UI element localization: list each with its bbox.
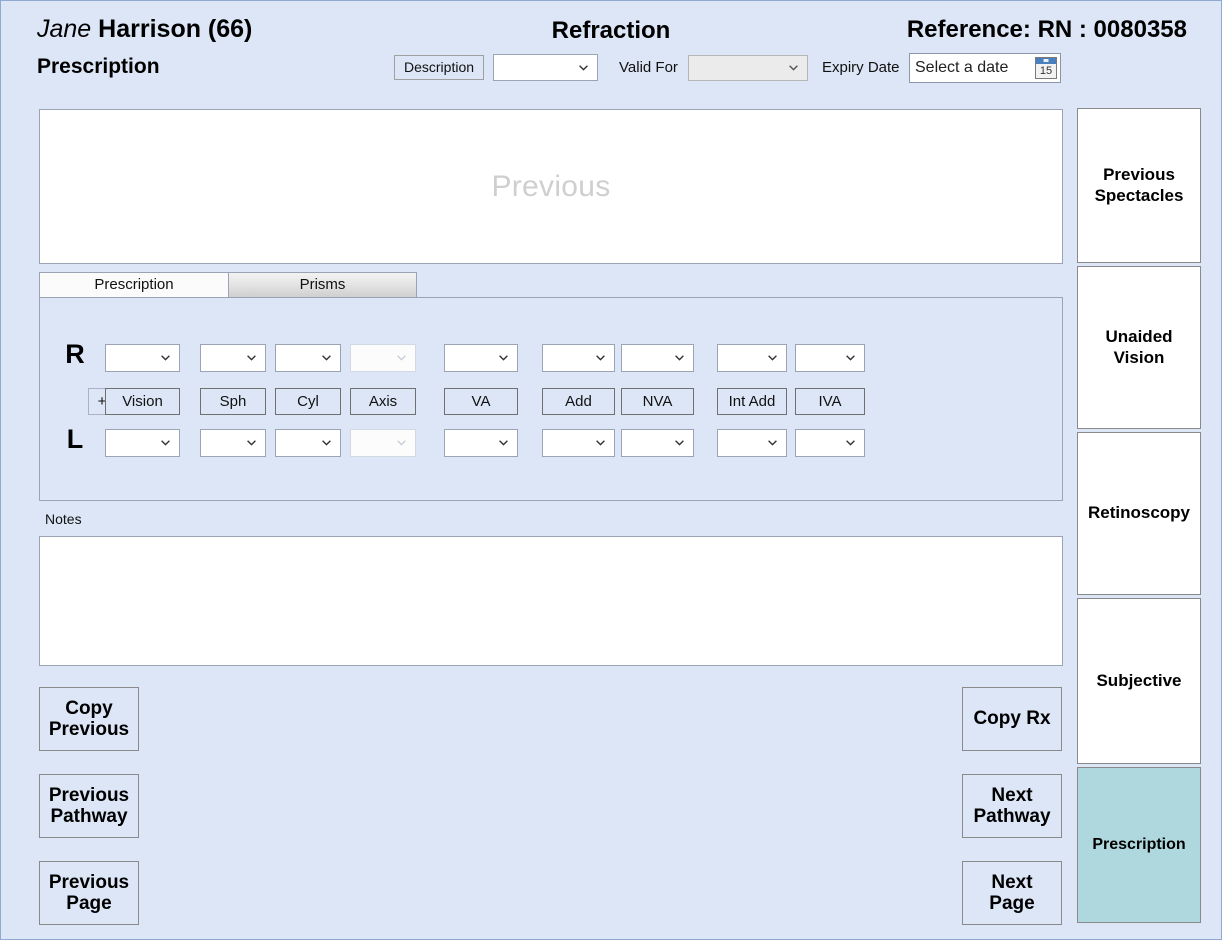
prescription-tabstrip: Prescription Prisms xyxy=(39,272,1063,297)
chevron-down-icon xyxy=(675,440,684,446)
sidebar-item-prescription[interactable]: Prescription xyxy=(1077,767,1201,923)
left-vision-select[interactable] xyxy=(105,429,180,457)
sidebar-item-unaided-vision[interactable]: Unaided Vision xyxy=(1077,266,1201,429)
left-add-select[interactable] xyxy=(542,429,615,457)
chevron-down-icon xyxy=(846,355,855,361)
column-header-int-add[interactable]: Int Add xyxy=(717,388,787,415)
left-eye-label: L xyxy=(66,424,84,454)
tab-prescription[interactable]: Prescription xyxy=(39,272,229,297)
column-header-sph[interactable]: Sph xyxy=(200,388,266,415)
column-header-row: +/− VisionSphCylAxisVAAddNVAInt AddIVA xyxy=(40,388,1062,416)
valid-for-label: Valid For xyxy=(619,59,678,76)
next-pathway-button[interactable]: Next Pathway xyxy=(962,774,1062,838)
copy-previous-button[interactable]: Copy Previous xyxy=(39,687,139,751)
reference-number: Reference: RN : 0080358 xyxy=(906,16,1187,43)
chevron-down-icon xyxy=(247,355,256,361)
left-int-add-select[interactable] xyxy=(717,429,787,457)
calendar-icon-day: 15 xyxy=(1039,65,1053,77)
description-select[interactable] xyxy=(493,54,598,81)
right-va-select[interactable] xyxy=(444,344,518,372)
section-title: Prescription xyxy=(37,55,160,78)
chevron-down-icon xyxy=(499,440,508,446)
page-header: Jane Harrison (66) Refraction Reference:… xyxy=(1,1,1221,53)
chevron-down-icon xyxy=(768,440,777,446)
notes-label: Notes xyxy=(45,511,82,527)
right-cyl-select[interactable] xyxy=(275,344,341,372)
sidebar-item-previous-spectacles[interactable]: Previous Spectacles xyxy=(1077,108,1201,263)
right-axis-select xyxy=(350,344,416,372)
prescription-grid: R +/− VisionSphCylAxisVAAddNVAInt AddIVA… xyxy=(40,298,1062,500)
chevron-down-icon xyxy=(322,355,331,361)
expiry-date-field[interactable]: Select a date 15 xyxy=(909,53,1061,83)
right-vision-select[interactable] xyxy=(105,344,180,372)
left-va-select[interactable] xyxy=(444,429,518,457)
chevron-down-icon xyxy=(161,355,170,361)
previous-watermark-text: Previous xyxy=(491,169,611,203)
chevron-down-icon xyxy=(768,355,777,361)
sidebar-item-retinoscopy[interactable]: Retinoscopy xyxy=(1077,432,1201,595)
chevron-down-icon xyxy=(846,440,855,446)
sidebar-item-subjective[interactable]: Subjective xyxy=(1077,598,1201,764)
chevron-down-icon xyxy=(161,440,170,446)
right-eye-row: R xyxy=(40,340,1062,372)
column-header-cyl[interactable]: Cyl xyxy=(275,388,341,415)
right-add-select[interactable] xyxy=(542,344,615,372)
left-sph-select[interactable] xyxy=(200,429,266,457)
left-nva-select[interactable] xyxy=(621,429,694,457)
expiry-date-value: Select a date xyxy=(915,59,1009,76)
calendar-icon[interactable]: 15 xyxy=(1035,57,1057,79)
right-int-add-select[interactable] xyxy=(717,344,787,372)
column-header-va[interactable]: VA xyxy=(444,388,518,415)
prescription-grid-panel: R +/− VisionSphCylAxisVAAddNVAInt AddIVA… xyxy=(39,297,1063,501)
previous-pathway-button[interactable]: Previous Pathway xyxy=(39,774,139,838)
chevron-down-icon xyxy=(499,355,508,361)
right-nva-select[interactable] xyxy=(621,344,694,372)
chevron-down-icon xyxy=(596,440,605,446)
column-header-nva[interactable]: NVA xyxy=(621,388,694,415)
column-header-iva[interactable]: IVA xyxy=(795,388,865,415)
chevron-down-icon xyxy=(579,64,588,71)
column-header-axis[interactable]: Axis xyxy=(350,388,416,415)
expiry-date-label: Expiry Date xyxy=(822,59,900,76)
left-iva-select[interactable] xyxy=(795,429,865,457)
chevron-down-icon xyxy=(322,440,331,446)
chevron-down-icon xyxy=(675,355,684,361)
chevron-down-icon xyxy=(397,355,406,361)
left-eye-row: L xyxy=(40,425,1062,457)
previous-page-button[interactable]: Previous Page xyxy=(39,861,139,925)
right-iva-select[interactable] xyxy=(795,344,865,372)
chevron-down-icon xyxy=(397,440,406,446)
column-header-add[interactable]: Add xyxy=(542,388,615,415)
next-page-button[interactable]: Next Page xyxy=(962,861,1062,925)
right-eye-label: R xyxy=(65,339,85,369)
description-button[interactable]: Description xyxy=(394,55,484,80)
left-axis-select xyxy=(350,429,416,457)
valid-for-select[interactable] xyxy=(688,55,808,81)
column-header-vision[interactable]: Vision xyxy=(105,388,180,415)
previous-prescription-panel: Previous xyxy=(39,109,1063,264)
tab-prisms[interactable]: Prisms xyxy=(228,272,417,297)
prescription-toolbar: Prescription Description Valid For Expir… xyxy=(1,53,1221,91)
copy-rx-button[interactable]: Copy Rx xyxy=(962,687,1062,751)
right-sph-select[interactable] xyxy=(200,344,266,372)
refraction-prescription-window: Jane Harrison (66) Refraction Reference:… xyxy=(0,0,1222,940)
left-cyl-select[interactable] xyxy=(275,429,341,457)
workflow-sidebar: Previous Spectacles Unaided Vision Retinos… xyxy=(1077,108,1201,926)
chevron-down-icon xyxy=(596,355,605,361)
chevron-down-icon xyxy=(247,440,256,446)
notes-textarea[interactable] xyxy=(39,536,1063,666)
chevron-down-icon xyxy=(789,65,798,71)
